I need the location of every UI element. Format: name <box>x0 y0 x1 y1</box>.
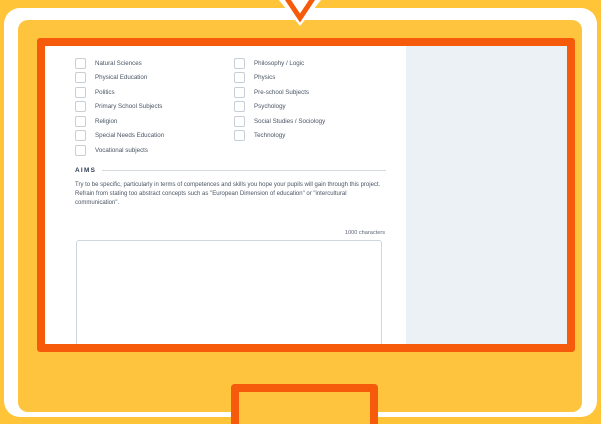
subject-option[interactable]: Physics <box>234 71 325 86</box>
form-panel: Natural Sciences Physical Education Poli… <box>45 46 406 344</box>
checkbox[interactable] <box>234 130 245 142</box>
subject-option[interactable]: Religion <box>75 114 164 129</box>
subject-label: Physics <box>254 74 276 82</box>
subject-option[interactable]: Vocational subjects <box>75 143 164 158</box>
checkbox[interactable] <box>75 57 86 69</box>
checkbox[interactable] <box>234 115 245 127</box>
subject-label: Technology <box>254 132 286 140</box>
checkbox[interactable] <box>234 72 245 84</box>
checkbox[interactable] <box>75 130 86 142</box>
checkbox[interactable] <box>75 144 86 156</box>
subject-option[interactable]: Psychology <box>234 100 325 115</box>
subject-label: Religion <box>95 117 118 125</box>
subject-option[interactable]: Politics <box>75 85 164 100</box>
side-panel <box>406 46 567 344</box>
section-divider <box>102 169 386 171</box>
checkbox[interactable] <box>75 115 86 127</box>
checkbox[interactable] <box>234 57 245 69</box>
subject-label: Natural Sciences <box>95 59 142 67</box>
monitor-screen: Natural Sciences Physical Education Poli… <box>37 38 575 352</box>
subject-option[interactable]: Social Studies / Sociology <box>234 114 325 129</box>
checkbox[interactable] <box>75 101 86 113</box>
checkbox[interactable] <box>75 72 86 84</box>
subject-label: Psychology <box>254 103 286 111</box>
subject-label: Primary School Subjects <box>95 103 163 111</box>
subject-option[interactable]: Pre-school Subjects <box>234 85 325 100</box>
subject-label: Politics <box>95 88 115 96</box>
subject-label: Vocational subjects <box>95 146 148 154</box>
char-limit-label: 1000 characters <box>344 230 385 236</box>
subject-option[interactable]: Physical Education <box>75 71 164 86</box>
aims-title: AIMS <box>75 166 97 174</box>
checkbox[interactable] <box>234 86 245 98</box>
aims-textarea[interactable] <box>76 240 382 344</box>
subject-label: Social Studies / Sociology <box>254 117 326 125</box>
subject-label: Special Needs Education <box>95 132 165 140</box>
aims-help-text: Try to be specific, particularly in term… <box>75 182 381 206</box>
subject-option[interactable]: Natural Sciences <box>75 56 164 71</box>
subject-column-2: Philosophy / Logic Physics Pre-school Su… <box>234 56 325 143</box>
checkbox[interactable] <box>234 101 245 113</box>
subject-option[interactable]: Special Needs Education <box>75 129 164 144</box>
chevron-down-icon <box>278 0 322 26</box>
subject-option[interactable]: Philosophy / Logic <box>234 56 325 71</box>
subject-label: Physical Education <box>95 74 148 82</box>
subject-option[interactable]: Primary School Subjects <box>75 100 164 115</box>
subject-label: Pre-school Subjects <box>254 88 310 96</box>
monitor-stand <box>231 384 378 424</box>
aims-section-header: AIMS <box>75 165 386 175</box>
subject-option[interactable]: Technology <box>234 129 325 144</box>
subject-label: Philosophy / Logic <box>254 59 305 67</box>
subject-column-1: Natural Sciences Physical Education Poli… <box>75 56 164 158</box>
checkbox[interactable] <box>75 86 86 98</box>
